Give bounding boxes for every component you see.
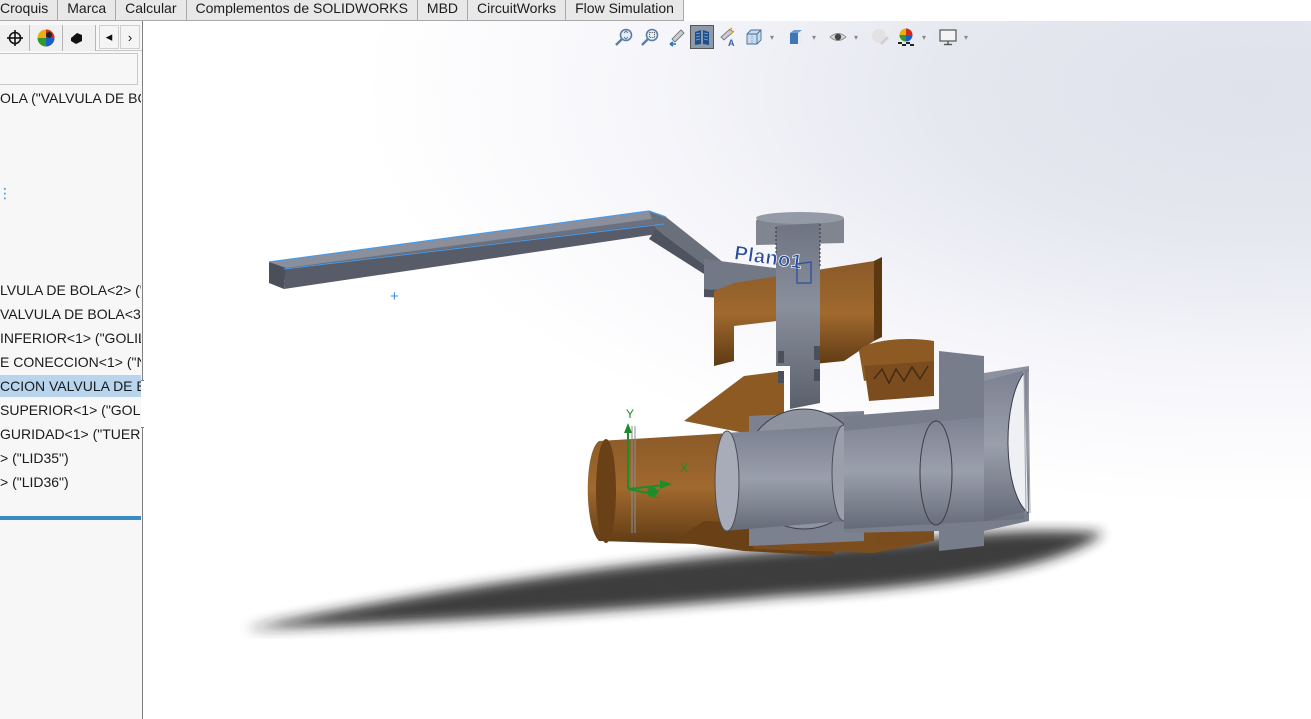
panel-scroll-left-button[interactable]: ◂ <box>99 25 119 49</box>
crosshair-icon <box>6 30 23 46</box>
tree-item[interactable]: GURIDAD<1> ("TUERCA <box>0 423 141 445</box>
feature-manager-panel: ◂ › OLA ("VALVULA DE BOLA") ⋮ LVULA DE B… <box>0 21 143 719</box>
tab-display-manager[interactable] <box>63 25 96 51</box>
graphics-area[interactable]: A ▾ ▾ ▾ ▾ ▾ Plano1 Y X Z + <box>144 21 1311 719</box>
tab-calcular[interactable]: Calcular <box>116 0 187 21</box>
tree-item[interactable]: INFERIOR<1> ("GOLILLA <box>0 327 141 349</box>
rollback-bar[interactable] <box>0 516 141 520</box>
appearance-ball-icon <box>37 29 55 47</box>
display-manager-icon <box>71 33 82 44</box>
tree-root-assembly[interactable]: OLA ("VALVULA DE BOLA") <box>0 87 141 109</box>
command-manager-tabs: Croquis Marca Calcular Complementos de S… <box>0 0 684 21</box>
plane-label-frame-icon <box>796 261 812 284</box>
tab-marca[interactable]: Marca <box>58 0 117 21</box>
tree-filter-input[interactable] <box>0 53 138 85</box>
tree-marker-icon: ⋮ <box>0 185 12 202</box>
panel-scroll-right-button[interactable]: › <box>120 25 140 49</box>
tree-item[interactable]: > ("LID35") <box>0 447 141 469</box>
tree-item[interactable]: E CONECCION<1> ("NIPLE <box>0 351 141 373</box>
triad-z-label: Z <box>653 487 661 501</box>
tree-item[interactable]: SUPERIOR<1> ("GOLILLA <box>0 399 141 421</box>
tab-mbd[interactable]: MBD <box>417 0 469 21</box>
tree-item[interactable]: VALVULA DE BOLA<3> <box>0 303 141 325</box>
tree-item-selected[interactable]: CCION VALVULA DE BOLA <box>0 375 141 397</box>
tab-complementos-solidworks[interactable]: Complementos de SOLIDWORKS <box>186 0 418 21</box>
origin-icon: + <box>390 288 399 305</box>
valve-handle <box>268 210 799 301</box>
tab-circuitworks[interactable]: CircuitWorks <box>468 0 567 21</box>
tab-croquis[interactable]: Croquis <box>0 0 59 21</box>
tree-item[interactable]: > ("LID36") <box>0 471 141 493</box>
tab-appearances[interactable] <box>30 25 63 51</box>
triad-y-label: Y <box>626 407 635 421</box>
ball-valve-model[interactable] <box>144 21 1311 719</box>
tab-feature-manager[interactable] <box>0 25 30 51</box>
triad-x-label: X <box>680 461 689 475</box>
tab-flow-simulation[interactable]: Flow Simulation <box>566 0 684 21</box>
tree-item[interactable]: LVULA DE BOLA<2> (" <box>0 279 141 301</box>
